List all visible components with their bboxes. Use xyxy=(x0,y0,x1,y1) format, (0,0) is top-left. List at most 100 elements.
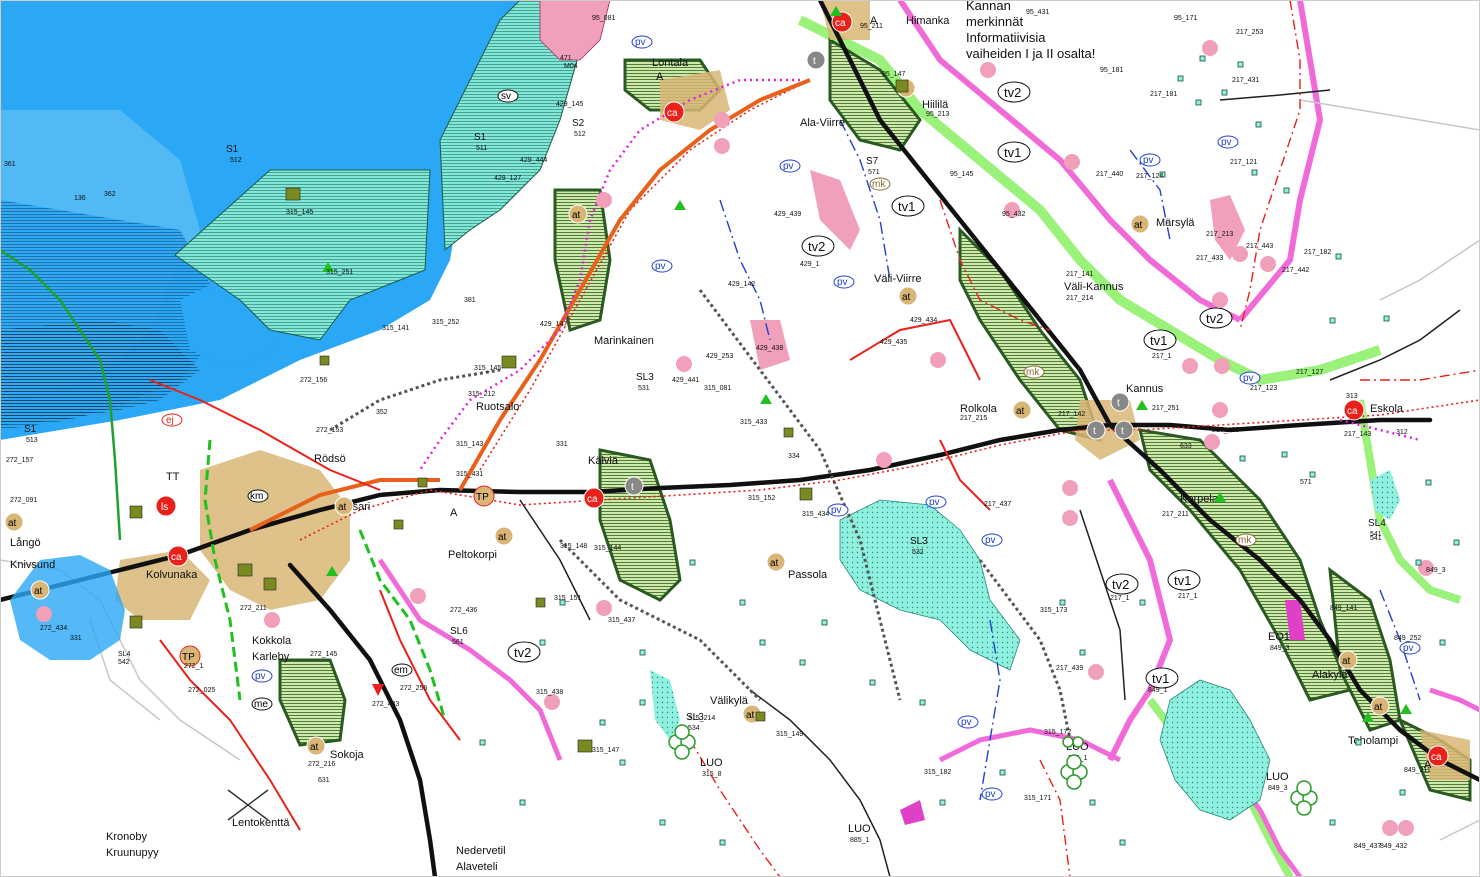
pv-label: pv xyxy=(635,37,646,48)
svg-text:315_212: 315_212 xyxy=(468,391,495,398)
svg-text:217_443: 217_443 xyxy=(1246,243,1273,250)
place-kruunupyy: Kruunupyy xyxy=(106,847,159,859)
svg-text:217_211: 217_211 xyxy=(1162,511,1189,518)
tp-label: TP xyxy=(476,492,489,503)
svg-text:272_256: 272_256 xyxy=(400,685,427,692)
place-knivsund: Knivsund xyxy=(10,559,55,571)
place-eskola: Eskola xyxy=(1370,403,1404,415)
place-himanka: Himanka xyxy=(906,15,950,27)
oval-label: tv1 xyxy=(1152,671,1169,686)
t-label: t xyxy=(1117,398,1120,409)
svg-text:272_153: 272_153 xyxy=(316,427,343,434)
at-label: at xyxy=(770,558,779,569)
t-label: t xyxy=(1121,426,1124,437)
svg-text:217_433: 217_433 xyxy=(1196,255,1223,262)
place-vali-kannus: Väli-Kannus xyxy=(1064,281,1124,293)
svg-text:217_437: 217_437 xyxy=(984,501,1011,508)
zone-sl3-532: SL3 xyxy=(910,536,928,547)
svg-text:217_182: 217_182 xyxy=(1304,249,1331,256)
at-label: at xyxy=(902,292,911,303)
at-label: at xyxy=(338,502,347,513)
svg-text:429_434: 429_434 xyxy=(910,317,937,324)
svg-text:315_214: 315_214 xyxy=(688,715,715,722)
t-label: t xyxy=(1093,426,1096,437)
pv-label: pv xyxy=(255,671,266,682)
zone-luo-4: LUO xyxy=(848,823,871,835)
svg-text:217_1: 217_1 xyxy=(1110,595,1130,602)
me-label: me xyxy=(254,699,268,710)
tt-label: TT xyxy=(166,471,180,483)
svg-text:315_141: 315_141 xyxy=(382,325,409,332)
legend-line-1: Kannan xyxy=(966,0,1011,13)
at-label: at xyxy=(34,586,43,597)
svg-text:512: 512 xyxy=(230,157,242,164)
map-canvas[interactable]: Kannan merkinnät Informatiivisia vaiheid… xyxy=(0,0,1480,877)
svg-text:217_142: 217_142 xyxy=(1058,411,1085,418)
a-label: A xyxy=(450,507,458,519)
zone-luo-3: LUO xyxy=(1266,771,1289,783)
svg-text:511: 511 xyxy=(476,145,487,152)
svg-text:95_432: 95_432 xyxy=(1002,211,1025,218)
svg-text:M04: M04 xyxy=(564,63,578,70)
place-kannus: Kannus xyxy=(1126,383,1164,395)
legend-line-3: Informatiivisia xyxy=(966,30,1046,45)
svg-text:429_142: 429_142 xyxy=(728,281,755,288)
place-karleby: Karleby xyxy=(252,651,290,663)
svg-text:849_437: 849_437 xyxy=(1354,843,1381,850)
pv-label: pv xyxy=(655,261,666,272)
svg-text:315_081: 315_081 xyxy=(704,385,731,392)
place-kalvia: Kälviä xyxy=(588,455,619,467)
svg-text:315_433: 315_433 xyxy=(740,419,767,426)
svg-text:429_147: 429_147 xyxy=(540,321,567,328)
t-label: t xyxy=(813,56,816,67)
svg-text:95_213: 95_213 xyxy=(926,111,949,118)
svg-text:331: 331 xyxy=(556,441,568,448)
svg-text:571: 571 xyxy=(868,169,880,176)
at-label: at xyxy=(746,710,755,721)
sv-label: sv xyxy=(501,91,511,102)
svg-text:315_151: 315_151 xyxy=(554,595,581,602)
place-marinkainen: Marinkainen xyxy=(594,335,654,347)
pv-label: pv xyxy=(1403,643,1414,654)
svg-text:217_442: 217_442 xyxy=(1282,267,1309,274)
svg-text:315_149: 315_149 xyxy=(776,731,803,738)
pv-label: pv xyxy=(1221,137,1232,148)
zone-s1-512: S1 xyxy=(226,144,239,155)
place-lontala: Lontala xyxy=(652,57,689,69)
svg-text:95_181: 95_181 xyxy=(1100,67,1123,74)
svg-text:272_216: 272_216 xyxy=(308,761,335,768)
ls-label: ls xyxy=(161,502,168,513)
svg-text:512: 512 xyxy=(574,131,586,138)
svg-text:429_145: 429_145 xyxy=(556,101,583,108)
svg-text:217_439: 217_439 xyxy=(1056,665,1083,672)
svg-text:SL4: SL4 xyxy=(118,651,131,658)
mk-label: mk xyxy=(1238,535,1252,546)
ca-label: ca xyxy=(667,108,678,119)
svg-text:331: 331 xyxy=(70,635,82,642)
pv-label: pv xyxy=(985,789,996,800)
tp-label: TP xyxy=(182,652,195,663)
oval-label: tv2 xyxy=(1112,577,1129,592)
zone-sl6-561: SL6 xyxy=(450,626,468,637)
pv-label: pv xyxy=(929,497,940,508)
svg-text:315_173: 315_173 xyxy=(1040,607,1067,614)
svg-text:272_211: 272_211 xyxy=(240,605,267,612)
svg-text:315_438: 315_438 xyxy=(536,689,563,696)
place-peltokorpi: Peltokorpi xyxy=(448,549,497,561)
svg-text:362: 362 xyxy=(104,191,116,198)
svg-text:217_123: 217_123 xyxy=(1250,385,1277,392)
svg-text:217_1: 217_1 xyxy=(1152,353,1172,360)
oval-label: tv1 xyxy=(1004,145,1021,160)
svg-text:849_3: 849_3 xyxy=(1270,645,1290,652)
zone-luo-1: LUO xyxy=(700,757,723,769)
zone-s7-571: S7 xyxy=(866,156,879,167)
svg-text:315_434: 315_434 xyxy=(802,511,829,518)
place-lentokentta: Lentokenttä xyxy=(232,817,290,829)
svg-text:429_1: 429_1 xyxy=(800,261,820,268)
svg-text:315_145: 315_145 xyxy=(474,365,501,372)
kk-label: ej xyxy=(166,415,174,426)
svg-text:561: 561 xyxy=(452,639,464,646)
svg-text:315_171: 315_171 xyxy=(1024,795,1051,802)
svg-text:513: 513 xyxy=(26,437,38,444)
svg-text:334: 334 xyxy=(788,453,800,460)
